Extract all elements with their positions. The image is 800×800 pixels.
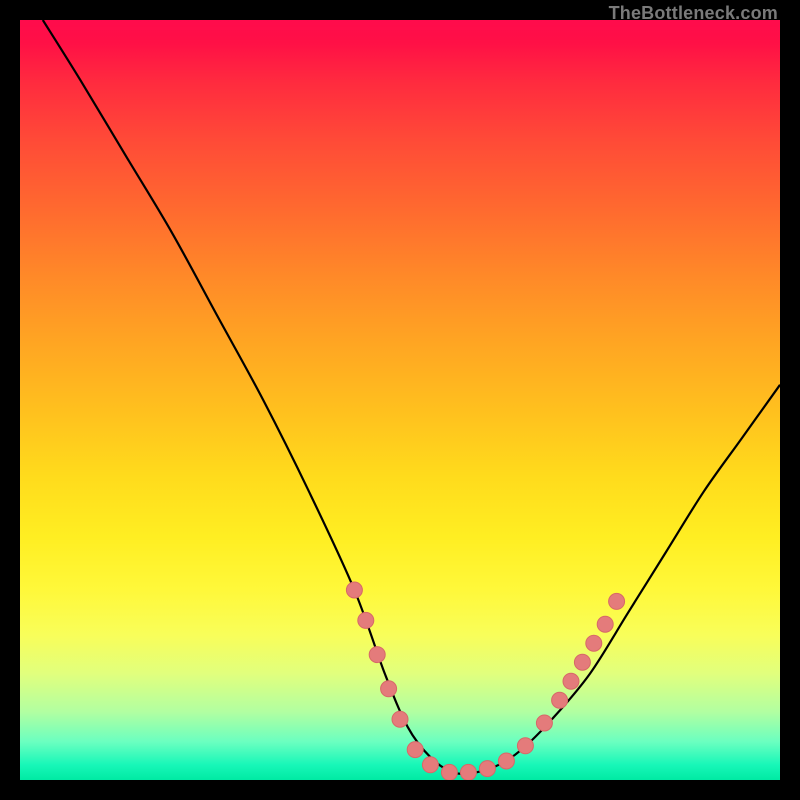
chart-marker-layer xyxy=(346,582,624,780)
chart-marker xyxy=(392,711,408,727)
chart-marker xyxy=(441,764,457,780)
chart-marker xyxy=(586,635,602,651)
chart-marker xyxy=(498,753,514,769)
chart-marker xyxy=(460,764,476,780)
chart-marker xyxy=(597,616,613,632)
chart-marker xyxy=(517,738,533,754)
chart-marker xyxy=(381,681,397,697)
chart-curve xyxy=(43,20,780,774)
chart-marker xyxy=(479,761,495,777)
chart-marker xyxy=(609,593,625,609)
chart-marker xyxy=(346,582,362,598)
chart-plot-area xyxy=(20,20,780,780)
chart-svg xyxy=(20,20,780,780)
chart-frame: TheBottleneck.com xyxy=(0,0,800,800)
chart-marker xyxy=(574,654,590,670)
chart-marker xyxy=(358,612,374,628)
chart-marker xyxy=(407,742,423,758)
chart-marker xyxy=(369,647,385,663)
chart-marker xyxy=(552,692,568,708)
chart-marker xyxy=(536,715,552,731)
chart-marker xyxy=(422,757,438,773)
chart-marker xyxy=(563,673,579,689)
watermark-text: TheBottleneck.com xyxy=(609,4,778,22)
